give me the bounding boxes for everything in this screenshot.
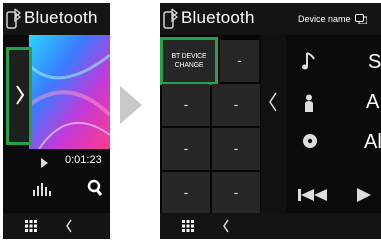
transition-arrow-icon (120, 86, 142, 124)
slot-label: - (233, 96, 239, 112)
device-icon (355, 14, 367, 24)
collapse-panel-button[interactable] (261, 35, 286, 213)
bluetooth-audio-screen: Bluetooth 0:01:23 (3, 3, 110, 239)
bt-device-change-label-2: CHANGE (174, 62, 204, 69)
bt-device-change-button[interactable]: BT DEVICE CHANGE (160, 37, 218, 85)
slot-label: - (233, 184, 239, 200)
song-title-text: S (368, 51, 381, 73)
preset-slot-button[interactable]: - (162, 84, 210, 126)
music-note-icon (302, 52, 315, 70)
back-chevron-icon[interactable] (222, 219, 230, 233)
bt-device-change-label-1: BT DEVICE (171, 53, 207, 60)
bottom-bar (160, 213, 381, 239)
artist-text: A (366, 91, 380, 113)
phone-bluetooth-icon (163, 8, 179, 29)
page-title: Bluetooth (24, 8, 98, 27)
expand-panel-button[interactable] (6, 47, 32, 145)
title-bar: Bluetooth Device name (160, 3, 381, 35)
preset-slot-button[interactable]: - (212, 128, 260, 170)
preset-slot-button[interactable]: - (220, 40, 259, 82)
bottom-bar (3, 213, 110, 239)
preset-slot-button[interactable]: - (212, 84, 260, 126)
slot-label: - (183, 96, 189, 112)
page-title: Bluetooth (181, 8, 255, 27)
play-icon[interactable] (357, 188, 371, 202)
album-text: Al (364, 131, 381, 153)
title-bar: Bluetooth (3, 3, 110, 35)
album-disc-icon (303, 134, 317, 148)
slot-label: - (237, 52, 242, 68)
album-art (29, 35, 110, 149)
artist-icon (305, 94, 313, 112)
chevron-left-icon (269, 92, 277, 112)
preset-slot-button[interactable]: - (212, 172, 260, 214)
slot-label: - (183, 140, 189, 156)
back-chevron-icon[interactable] (65, 219, 73, 233)
preset-slot-button[interactable]: - (162, 172, 210, 214)
bluetooth-menu-screen: Bluetooth Device name BT DEVICE CHANGE -… (160, 3, 381, 239)
search-icon[interactable] (87, 179, 103, 197)
device-name-label: Device name (298, 14, 351, 24)
slot-label: - (233, 140, 239, 156)
playback-time: 0:01:23 (65, 154, 102, 166)
slot-label: - (183, 184, 189, 200)
menu-grid-icon[interactable] (182, 220, 194, 232)
play-status-icon (41, 158, 48, 168)
phone-bluetooth-icon (6, 8, 22, 29)
menu-grid-icon[interactable] (25, 220, 37, 232)
chevron-right-icon (16, 85, 25, 105)
preset-slot-button[interactable]: - (162, 128, 210, 170)
equalizer-icon[interactable] (33, 182, 51, 196)
previous-track-icon[interactable] (298, 189, 330, 201)
